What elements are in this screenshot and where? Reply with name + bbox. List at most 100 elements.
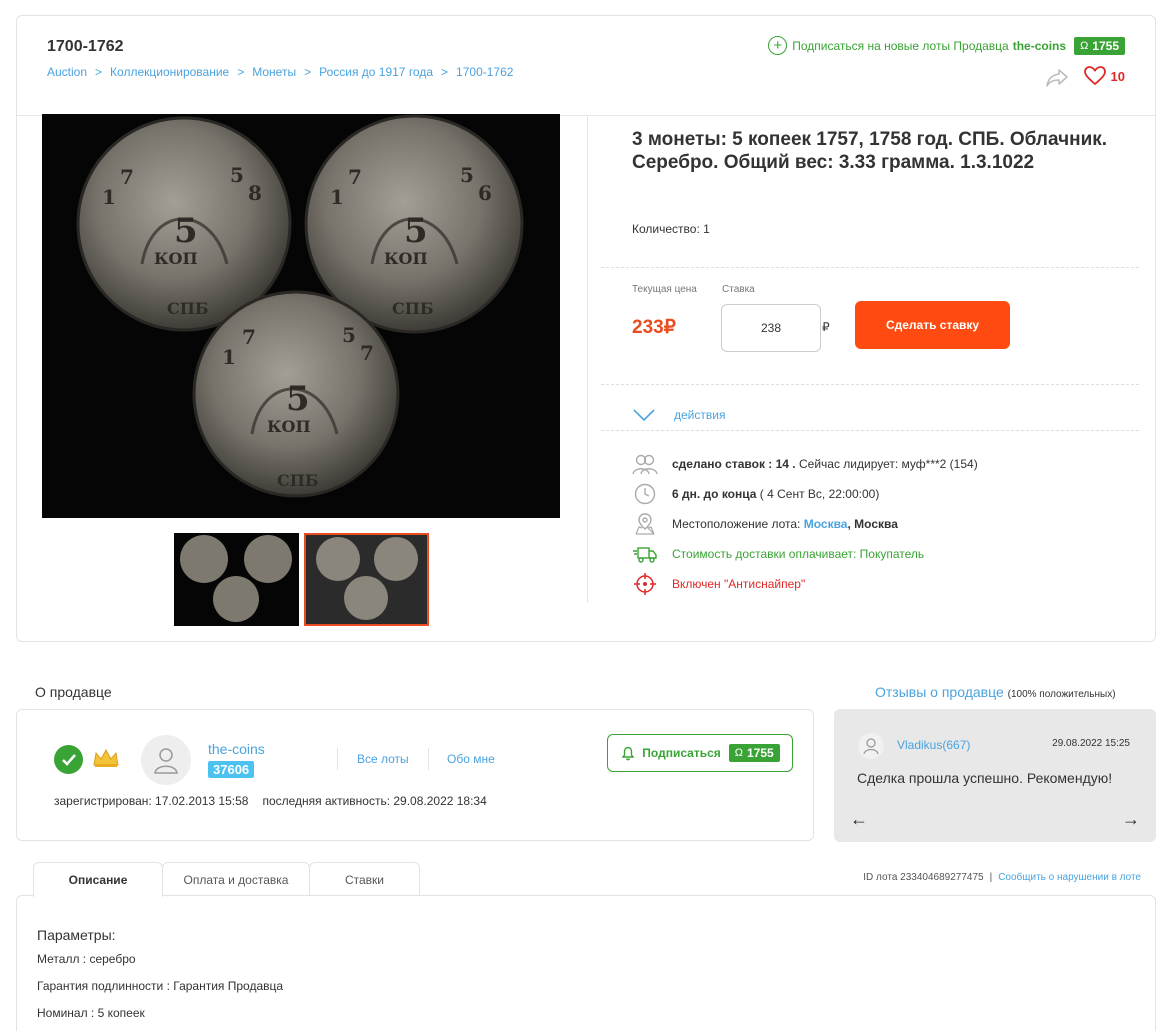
place-bid-button[interactable]: Сделать ставку [855,301,1010,349]
antisniper-info: Включен "Антиснайпер" [632,572,805,596]
location-city-link[interactable]: Москва [804,517,848,531]
location-label: Местоположение лота: [672,517,801,531]
breadcrumb-auction[interactable]: Auction [47,65,87,79]
subscribe-seller-link[interactable]: + Подписаться на новые лоты Продавца the… [768,36,1125,55]
report-link[interactable]: Сообщить о нарушении в лоте [998,872,1141,883]
antisniper-text: Включен "Антиснайпер" [672,577,806,591]
about-me-link[interactable]: Обо мне [447,752,495,766]
truck-icon [632,542,658,566]
svg-text:5: 5 [460,163,474,187]
map-pin-icon [632,512,658,536]
breadcrumb-coins[interactable]: Монеты [252,65,296,79]
breadcrumb-separator: > [237,65,245,79]
main-lot-image[interactable]: 5 5 5 КОП КОП КОП СПБ СПБ СПБ 17 58 17 5… [42,114,560,518]
breadcrumb-separator: > [304,65,312,79]
tab-description[interactable]: Описание [33,862,163,897]
breadcrumb-separator: > [441,65,449,79]
breadcrumb-period[interactable]: 1700-1762 [456,65,513,79]
verified-icon [54,745,83,774]
seller-rating: 37606 [208,761,255,778]
thumbnail-coins [174,533,299,626]
svg-text:1: 1 [102,185,116,209]
breadcrumb-separator: > [95,65,103,79]
column-divider [587,116,588,603]
target-icon [632,572,658,596]
seller-avatar[interactable] [141,735,191,785]
svg-text:СПБ: СПБ [392,299,434,318]
coins-photo: 5 5 5 КОП КОП КОП СПБ СПБ СПБ 17 58 17 5… [42,114,560,518]
param-denomination: Номинал : 5 копеек [37,1006,145,1020]
thumbnail-1[interactable] [174,533,299,626]
favorites-button[interactable]: 10 [1083,66,1125,86]
reviewer-link[interactable]: Vladikus(667) [897,738,970,752]
review-date: 29.08.2022 15:25 [1052,738,1130,749]
lot-id-bar: ID лота 233404689277475 | Сообщить о наруш… [863,872,1141,883]
svg-text:СПБ: СПБ [167,299,209,318]
location-info: Местоположение лота: Москва, Москва [632,512,898,536]
svg-text:1: 1 [222,345,236,369]
lot-id: ID лота 233404689277475 [863,872,984,883]
actions-toggle[interactable]: действия [632,408,725,422]
seller-name-link[interactable]: the-coins [208,741,265,757]
favorites-count: 10 [1110,68,1125,84]
thumbnail-coins [306,535,427,624]
lot-title: 3 монеты: 5 копеек 1757, 1758 год. СПБ. … [632,129,1108,173]
separator: | [989,872,993,883]
svg-text:КОП: КОП [384,249,428,268]
quantity: Количество: 1 [632,222,710,236]
location-region: , Москва [847,517,898,531]
divider [601,430,1141,431]
tab-bids[interactable]: Ставки [309,862,420,896]
current-price-label: Текущая цена [632,284,697,295]
seller-score-badge: Ω 1755 [1074,36,1125,55]
omega-icon: Ω [1080,39,1089,52]
svg-text:7: 7 [348,165,362,189]
reviewer-avatar [858,733,884,759]
subscribe-label: Подписаться [642,746,721,760]
end-time: ( 4 Сент Вс, 22:00:00) [759,487,880,501]
arrow-left-icon[interactable]: ← [850,809,868,830]
breadcrumb-collecting[interactable]: Коллекционирование [110,65,229,79]
thumbnail-2[interactable] [304,533,429,626]
seller-score: 1755 [1092,38,1119,53]
leader-text: Сейчас лидирует: муф***2 (154) [798,457,978,471]
delivery-text: Стоимость доставки оплачивает: Покупател… [672,547,925,561]
svg-text:7: 7 [242,325,256,349]
seller-score: 1755 [747,746,774,760]
breadcrumb: Auction > Коллекционирование > Монеты > Россия… [47,65,513,79]
svg-text:7: 7 [360,341,374,365]
reviews-note: (100% положительных) [1007,689,1116,700]
plus-icon: + [768,36,788,55]
svg-text:5: 5 [230,163,244,187]
bid-currency: ₽ [822,320,830,334]
arrow-right-icon[interactable]: → [1122,809,1140,830]
seller-card: the-coins 37606 Все лоты Обо мне Подписа… [16,709,814,841]
svg-text:5: 5 [342,323,356,347]
current-price: 233₽ [632,317,676,338]
omega-icon: Ω [734,747,743,759]
svg-text:СПБ: СПБ [277,471,319,490]
review-card: Vladikus(667) 29.08.2022 15:25 Сделка пр… [834,709,1156,842]
seller-registration: зарегистрирован: 17.02.2013 15:58 последн… [54,794,487,808]
bid-input[interactable] [721,304,821,352]
breadcrumb-russia[interactable]: Россия до 1917 года [319,65,433,79]
svg-text:5: 5 [286,379,310,419]
description-panel: Параметры: Металл : серебро Гарантия под… [16,895,1156,1031]
share-icon[interactable] [1045,68,1069,88]
heart-icon [1083,66,1106,86]
svg-text:1: 1 [330,185,344,209]
all-lots-link[interactable]: Все лоты [357,752,409,766]
lot-card: 1700-1762 Auction > Коллекционирование > Мон… [16,15,1156,642]
subscribe-button[interactable]: Подписаться Ω 1755 [607,734,793,772]
tab-payment-delivery[interactable]: Оплата и доставка [162,862,310,896]
params-title: Параметры: [37,927,116,943]
crown-icon [93,748,119,767]
divider [601,267,1141,268]
param-guarantee: Гарантия подлинности : Гарантия Продавца [37,979,284,993]
svg-text:5: 5 [404,211,428,251]
divider [601,384,1141,385]
reviews-heading[interactable]: Отзывы о продавце (100% положительных) [875,684,1116,700]
last-activity: последняя активность: 29.08.2022 18:34 [262,794,487,808]
review-text: Сделка прошла успешно. Рекомендую! [857,770,1113,786]
divider [337,748,338,770]
